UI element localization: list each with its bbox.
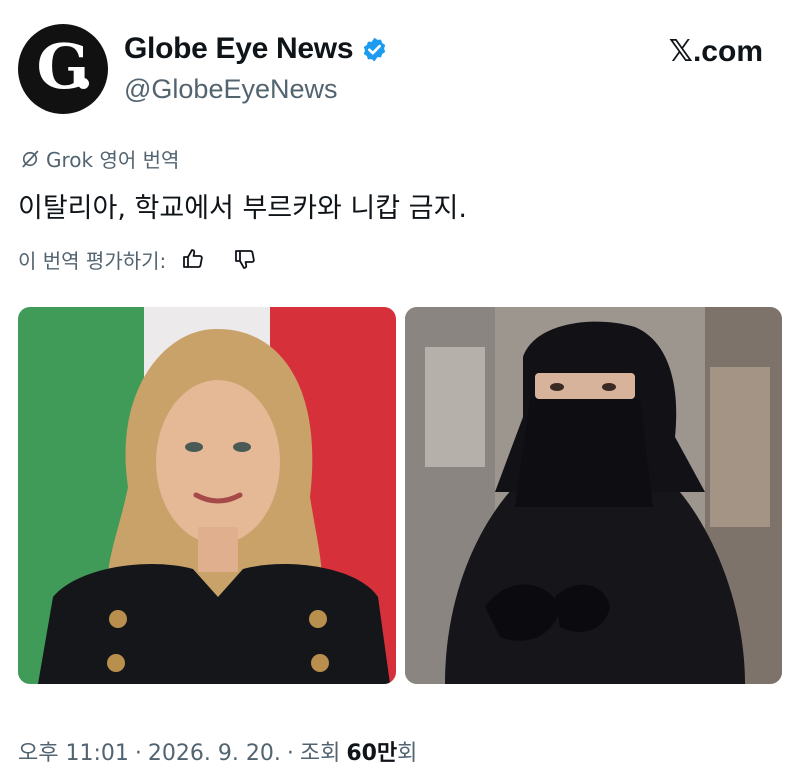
thumbs-down-button[interactable] [230,244,260,274]
site-brand: 𝕏 .com [669,34,763,69]
tweet-time[interactable]: 오후 11:01 [18,735,129,767]
media-photo-right[interactable] [405,307,782,684]
tweet-text: 이탈리아, 학교에서 부르카와 니캅 금지. [18,193,467,224]
rate-translation-row: 이 번역 평가하기: [18,244,260,274]
tweet-date[interactable]: 2026. 9. 20. [148,741,281,766]
translation-header: Grok 영어 번역 [20,144,179,173]
rate-label: 이 번역 평가하기: [18,248,167,273]
views-suffix: 회 [397,741,418,766]
translation-header-label: Grok 영어 번역 [46,148,180,172]
photo-woman-niqab-icon [405,307,782,684]
tweet-meta: 오후 11:01 · 2026. 9. 20. · 조회 60만 회 [18,735,417,767]
media-photo-left[interactable] [18,307,396,684]
meta-separator: · [286,741,294,766]
thumbs-up-button[interactable] [178,244,208,274]
meta-separator: · [134,741,142,766]
thumbs-up-icon [183,249,203,268]
grok-icon [22,150,39,167]
views-count[interactable]: 60만 [346,735,397,767]
avatar-dot [78,78,89,89]
display-name[interactable]: Globe Eye News [124,32,354,66]
views-label: 조회 [299,741,341,766]
photo-woman-italian-flag-icon [18,307,396,684]
avatar[interactable]: G [18,24,108,114]
author-name-row: Globe Eye News [124,32,388,66]
site-label: .com [692,34,763,68]
thumbs-down-icon [235,250,255,269]
author-handle[interactable]: @GlobeEyeNews [124,74,338,105]
verified-badge-icon [364,37,386,61]
x-logo-icon: 𝕏 [668,34,693,69]
